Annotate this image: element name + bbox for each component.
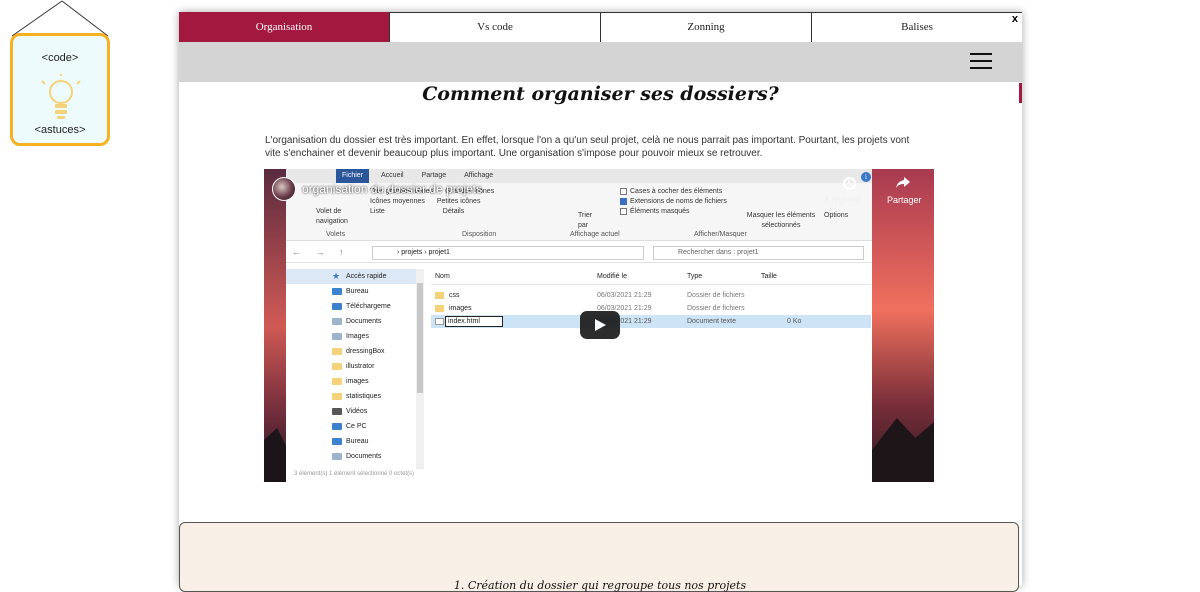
col-size: Taille bbox=[761, 273, 777, 280]
rename-field: index.html bbox=[445, 316, 503, 327]
top-bar bbox=[179, 42, 1022, 82]
file-list-header: Nom Modifié le Type Taille bbox=[431, 269, 871, 285]
share-arrow-icon[interactable] bbox=[896, 177, 910, 189]
nav-item: Ce PC bbox=[286, 419, 416, 434]
video-right-backdrop bbox=[872, 169, 934, 482]
nav-item: illustrator bbox=[286, 359, 416, 374]
group-label-volets: Volets bbox=[326, 231, 346, 238]
star-icon: ★ bbox=[332, 271, 341, 281]
nav-item: Bureau bbox=[286, 434, 416, 449]
layout-details: Détails bbox=[442, 208, 465, 215]
download-icon bbox=[332, 303, 342, 310]
hamburger-menu-icon[interactable] bbox=[970, 53, 992, 69]
group-label-disposition: Disposition bbox=[462, 231, 497, 238]
pc-icon bbox=[332, 423, 342, 430]
tab-bar: Organisation Vs code Zonning Balises bbox=[179, 12, 1022, 42]
folder-icon bbox=[332, 378, 342, 385]
tab-zonning[interactable]: Zonning bbox=[600, 12, 811, 42]
checkbox-icon bbox=[620, 207, 627, 215]
checkbox-hidden: Éléments masqués bbox=[630, 208, 690, 215]
nav-item: ★ Accès rapide bbox=[286, 269, 416, 284]
nav-scrollbar bbox=[416, 269, 424, 469]
nav-item: Documents bbox=[286, 449, 416, 464]
desktop-icon bbox=[332, 288, 342, 295]
nav-item: statistiques bbox=[286, 389, 416, 404]
folder-icon bbox=[332, 363, 342, 370]
share-label[interactable]: Partager bbox=[887, 195, 922, 205]
desktop-icon bbox=[332, 438, 342, 445]
images-icon bbox=[332, 333, 342, 340]
nav-arrows-icon: ← → ↑ bbox=[292, 247, 350, 257]
col-name: Nom bbox=[435, 273, 450, 280]
channel-avatar[interactable] bbox=[272, 177, 296, 201]
folder-icon bbox=[332, 393, 342, 400]
nav-item: Bureau bbox=[286, 284, 416, 299]
sign-code-label: <code> bbox=[41, 52, 79, 64]
group-label-show-hide: Afficher/Masquer bbox=[694, 231, 747, 238]
explorer-nav-pane: ★ Accès rapide Bureau Téléchargeme Docume… bbox=[286, 269, 416, 474]
astuces-sign[interactable]: <code> <astuces> bbox=[10, 33, 110, 146]
nav-item: Images bbox=[286, 329, 416, 344]
explorer-screenshot: Fichier Accueil Partage Affichage Volet … bbox=[286, 169, 872, 482]
hide-selected-button: Masquer les éléments sélectionnés bbox=[746, 212, 816, 229]
file-row-selected: index.html 06/03/2021 21:29 Document tex… bbox=[431, 315, 871, 328]
videos-icon bbox=[332, 408, 342, 415]
sign-astuces-label: <astuces> bbox=[34, 124, 86, 136]
play-button-icon[interactable] bbox=[580, 311, 620, 339]
file-row: images 06/03/2021 21:29 Dossier de fichi… bbox=[431, 302, 871, 315]
nav-item: images bbox=[286, 374, 416, 389]
video-title-bar: organisation du dossier de projets bbox=[272, 177, 832, 201]
video-left-backdrop bbox=[264, 169, 286, 482]
options-button: Options bbox=[824, 212, 849, 219]
explorer-status-bar: 3 élément(s) 1 élément sélectionné 0 oct… bbox=[294, 471, 415, 477]
address-bar-row: ← → ↑ › projets › projet1 Rechercher dan… bbox=[286, 243, 872, 263]
tab-vs-code[interactable]: Vs code bbox=[389, 12, 600, 42]
section-card: 1. Création du dossier qui regroupe tous… bbox=[179, 522, 1019, 592]
info-icon[interactable]: i bbox=[861, 172, 871, 182]
sort-by-button: Trier par bbox=[578, 212, 593, 229]
lightbulb-icon bbox=[41, 74, 81, 119]
nav-item: Documents bbox=[286, 314, 416, 329]
layout-list: Liste bbox=[370, 208, 385, 215]
documents-icon bbox=[332, 453, 342, 460]
file-icon bbox=[435, 318, 444, 325]
group-label-current-view: Affichage actuel bbox=[570, 231, 620, 238]
video-title[interactable]: organisation du dossier de projets bbox=[302, 182, 482, 196]
tab-balises[interactable]: Balises bbox=[811, 12, 1022, 42]
close-button[interactable]: x bbox=[1012, 13, 1018, 25]
video-player[interactable]: Fichier Accueil Partage Affichage Volet … bbox=[264, 169, 934, 482]
explorer-search: Rechercher dans : projet1 bbox=[653, 246, 864, 260]
col-modified: Modifié le bbox=[597, 273, 627, 280]
nav-item: Téléchargeme bbox=[286, 299, 416, 314]
nav-item: Vidéos bbox=[286, 404, 416, 419]
watch-later-clock-icon[interactable] bbox=[843, 177, 856, 190]
folder-icon bbox=[332, 348, 342, 355]
folder-icon bbox=[435, 305, 444, 312]
page-title: Comment organiser ses dossiers? bbox=[422, 83, 779, 105]
main-panel: Organisation Vs code Zonning Balises x C… bbox=[179, 12, 1022, 592]
tab-organisation[interactable]: Organisation bbox=[179, 12, 389, 42]
file-list: Nom Modifié le Type Taille css 06/03/202… bbox=[431, 269, 871, 479]
folder-icon bbox=[435, 292, 444, 299]
col-type: Type bbox=[687, 273, 703, 280]
intro-paragraph: L'organisation du dossier est très impor… bbox=[265, 135, 910, 159]
nav-item: dressingBox bbox=[286, 344, 416, 359]
file-row: css 06/03/2021 21:29 Dossier de fichiers bbox=[431, 289, 871, 302]
documents-icon bbox=[332, 318, 342, 325]
address-bar: › projets › projet1 bbox=[372, 246, 644, 260]
nav-pane-button: Volet de navigation bbox=[316, 208, 348, 225]
watch-later-label[interactable]: À regarder bbox=[824, 195, 862, 204]
